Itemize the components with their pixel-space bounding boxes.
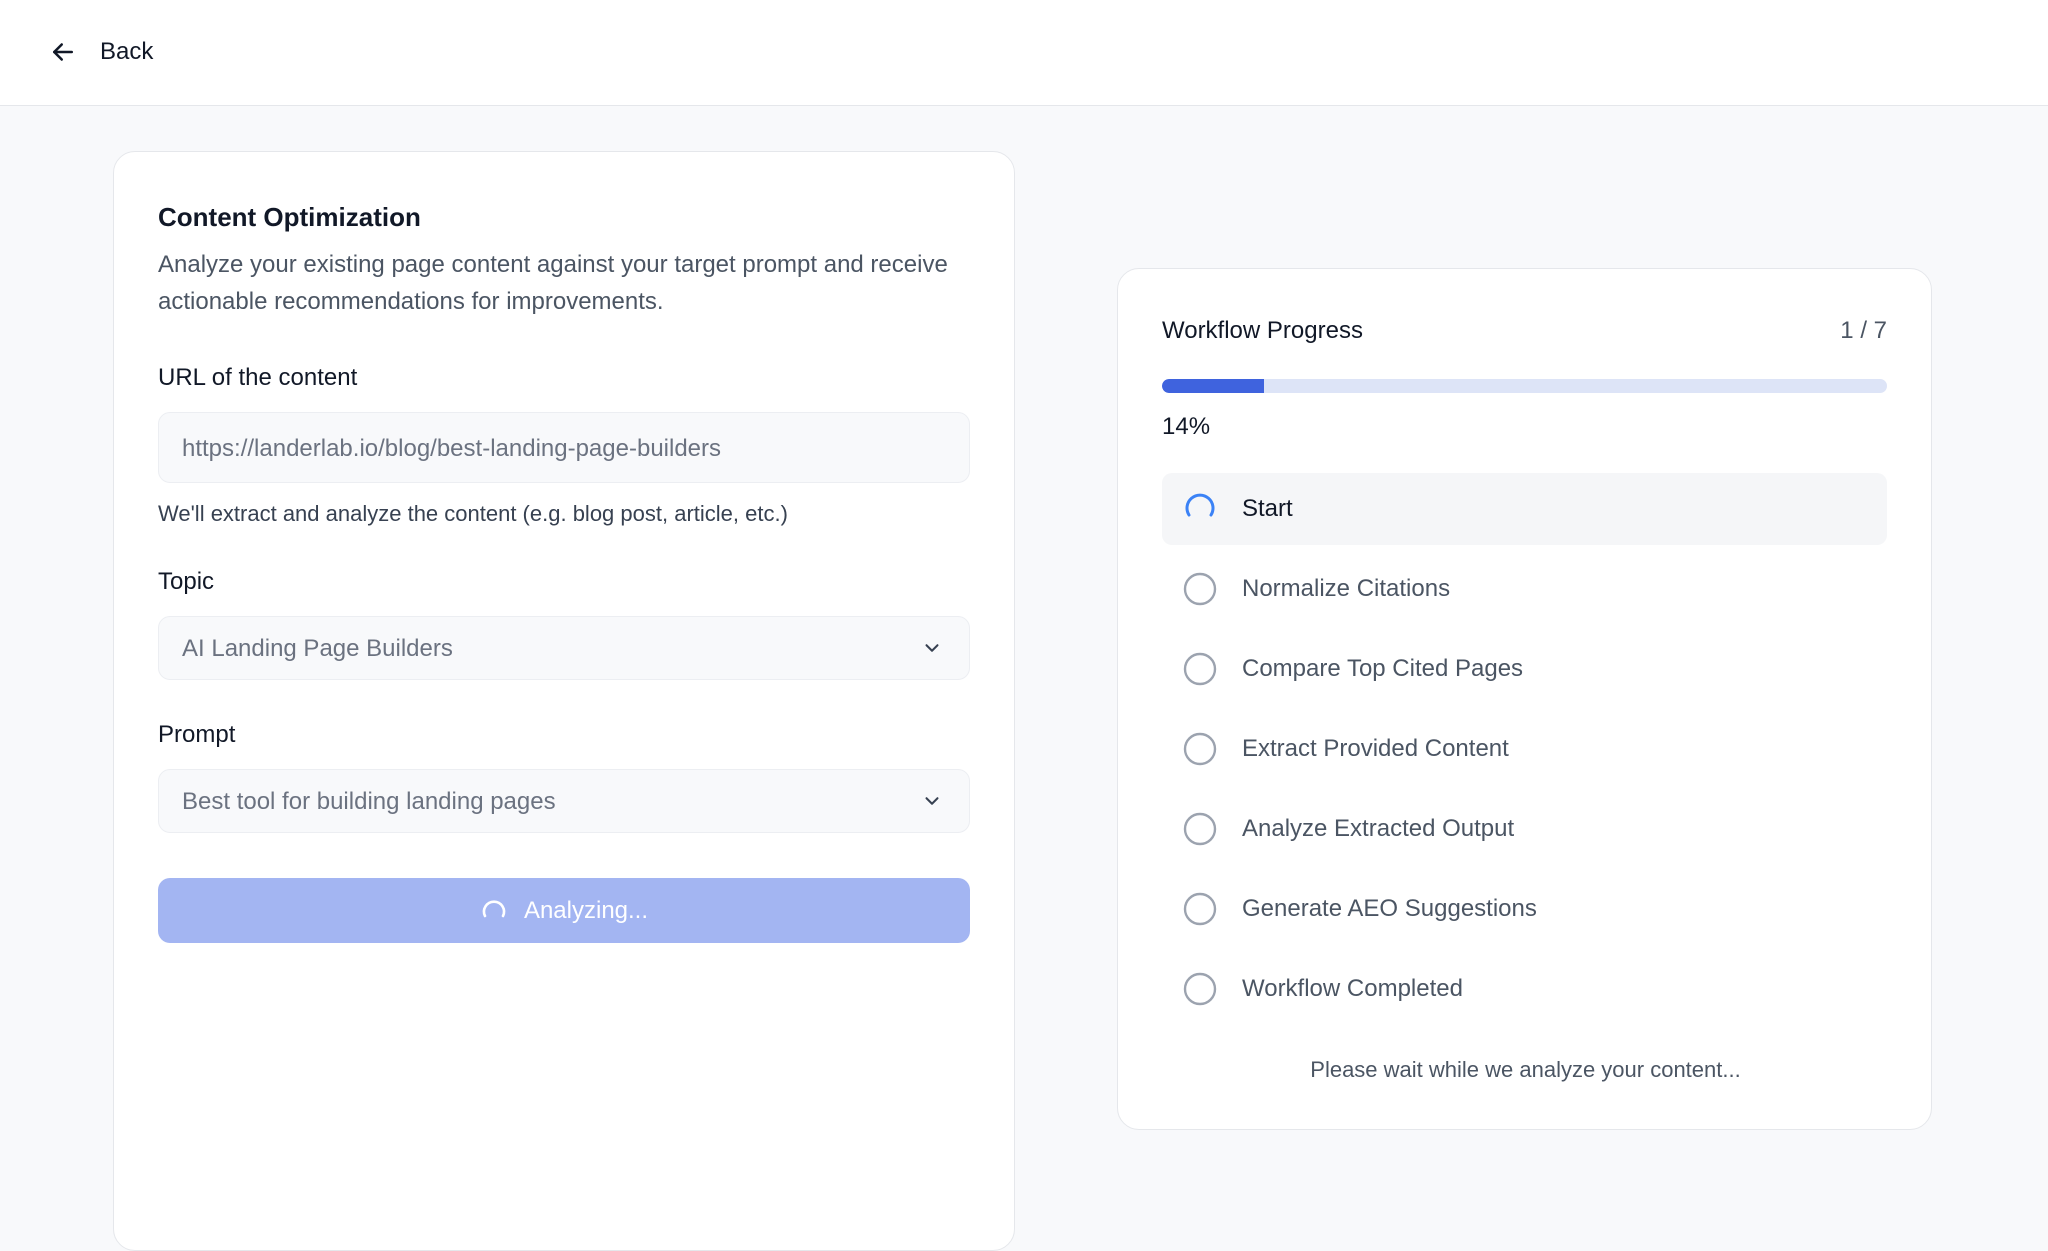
workflow-step: Analyze Extracted Output: [1162, 793, 1887, 865]
empty-circle-icon: [1183, 572, 1217, 606]
empty-circle-icon: [1183, 652, 1217, 686]
chevron-down-icon: [925, 644, 939, 652]
url-value: https://landerlab.io/blog/best-landing-p…: [182, 435, 722, 462]
step-label: Start: [1242, 495, 1293, 522]
content-optimization-card: Content Optimization Analyze your existi…: [113, 151, 1015, 1251]
analyzing-label: Analyzing...: [523, 896, 649, 924]
spinner-icon: [1185, 493, 1215, 517]
url-input[interactable]: https://landerlab.io/blog/best-landing-p…: [158, 412, 970, 483]
spinner-icon: [482, 899, 506, 917]
card-description: Analyze your existing page content again…: [158, 251, 948, 315]
topic-label: Topic: [158, 568, 215, 595]
back-label: Back: [100, 38, 154, 65]
step-label: Analyze Extracted Output: [1242, 815, 1515, 842]
progress-bar-fill: [1162, 379, 1264, 393]
workflow-step: Compare Top Cited Pages: [1162, 633, 1887, 705]
prompt-value: Best tool for building landing pages: [182, 788, 556, 815]
chevron-down-icon: [925, 797, 939, 805]
url-helper-text: We'll extract and analyze the content (e…: [158, 501, 788, 526]
progress-bar: [1162, 379, 1887, 393]
step-count: 1 / 7: [1840, 317, 1887, 344]
arrow-left-icon: [53, 43, 73, 61]
empty-circle-icon: [1183, 812, 1217, 846]
step-label: Workflow Completed: [1242, 975, 1463, 1002]
top-bar: Back: [0, 0, 2048, 106]
empty-circle-icon: [1183, 972, 1217, 1006]
workflow-title: Workflow Progress: [1162, 317, 1363, 344]
workflow-steps: Start Normalize Citations Compare Top Ci…: [1162, 473, 1887, 1033]
step-label: Generate AEO Suggestions: [1242, 895, 1537, 922]
workflow-progress-card: Workflow Progress 1 / 7 14% Start Normal…: [1117, 268, 1932, 1130]
back-button[interactable]: Back: [48, 32, 153, 72]
card-title: Content Optimization: [158, 202, 421, 232]
topic-select[interactable]: AI Landing Page Builders: [158, 616, 970, 680]
prompt-label: Prompt: [158, 721, 236, 748]
step-label: Compare Top Cited Pages: [1242, 655, 1524, 682]
analyzing-button[interactable]: Analyzing...: [158, 878, 970, 943]
workflow-step: Workflow Completed: [1162, 953, 1887, 1025]
step-label: Normalize Citations: [1242, 575, 1451, 602]
prompt-select[interactable]: Best tool for building landing pages: [158, 769, 970, 833]
workflow-step: Extract Provided Content: [1162, 713, 1887, 785]
topic-value: AI Landing Page Builders: [182, 635, 453, 662]
workflow-step: Generate AEO Suggestions: [1162, 873, 1887, 945]
workflow-step: Start: [1162, 473, 1887, 545]
wait-message: Please wait while we analyze your conten…: [1310, 1057, 1741, 1082]
empty-circle-icon: [1183, 732, 1217, 766]
progress-percent: 14%: [1162, 413, 1211, 440]
empty-circle-icon: [1183, 892, 1217, 926]
workflow-step: Normalize Citations: [1162, 553, 1887, 625]
step-label: Extract Provided Content: [1242, 735, 1509, 762]
url-label: URL of the content: [158, 364, 358, 391]
